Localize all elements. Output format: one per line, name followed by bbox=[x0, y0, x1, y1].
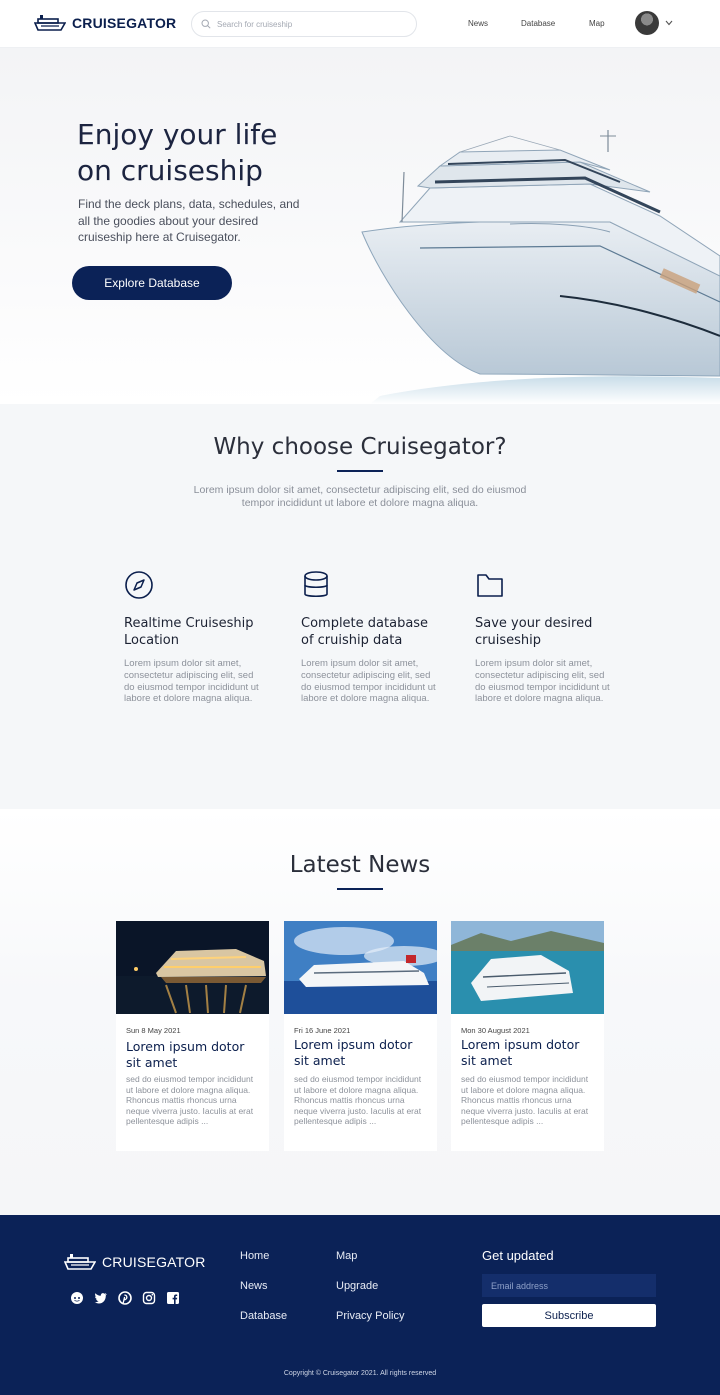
news-headline[interactable]: Lorem ipsum dotor sit amet bbox=[294, 1037, 429, 1069]
compass-icon bbox=[125, 571, 153, 599]
user-avatar[interactable] bbox=[635, 11, 659, 35]
pinterest-icon[interactable] bbox=[118, 1291, 132, 1305]
news-headline[interactable]: Lorem ipsum dotor sit amet bbox=[461, 1037, 596, 1069]
why-section: Why choose Cruisegator? Lorem ipsum dolo… bbox=[0, 404, 720, 809]
title-underline bbox=[337, 888, 383, 890]
database-icon bbox=[304, 571, 328, 598]
search-input[interactable] bbox=[217, 19, 407, 29]
footer-brand-name: CRUISEGATOR bbox=[102, 1254, 206, 1270]
hero-description: Find the deck plans, data, schedules, an… bbox=[78, 197, 300, 244]
news-card[interactable]: Sun 8 May 2021 Lorem ipsum dotor sit ame… bbox=[116, 921, 269, 1151]
ship-logo-icon bbox=[34, 15, 66, 31]
footer-link-home[interactable]: Home bbox=[240, 1250, 269, 1262]
footer-link-map[interactable]: Map bbox=[336, 1250, 357, 1262]
feature-text: Lorem ipsum dolor sit amet, consectetur … bbox=[475, 658, 610, 705]
search-icon bbox=[201, 19, 211, 29]
reddit-icon[interactable] bbox=[70, 1291, 84, 1305]
feature-save-cruiseship: Save your desired cruiseship Lorem ipsum… bbox=[475, 570, 615, 705]
news-date: Mon 30 August 2021 bbox=[461, 1026, 530, 1035]
feature-complete-database: Complete database of cruiship data Lorem… bbox=[301, 570, 441, 705]
footer-link-upgrade[interactable]: Upgrade bbox=[336, 1280, 378, 1292]
news-image-ship-near-coast bbox=[451, 921, 604, 1014]
feature-text: Lorem ipsum dolor sit amet, consectetur … bbox=[301, 658, 436, 705]
hero-title-line2: on cruiseship bbox=[77, 154, 263, 187]
footer-link-news[interactable]: News bbox=[240, 1280, 268, 1292]
nav-news[interactable]: News bbox=[468, 19, 488, 28]
feature-text: Lorem ipsum dolor sit amet, consectetur … bbox=[124, 658, 259, 705]
cruise-ship-image bbox=[361, 130, 720, 404]
news-excerpt: sed do eiusmod tempor incididunt ut labo… bbox=[461, 1074, 589, 1126]
feature-title: Complete database of cruiship data bbox=[301, 616, 429, 648]
why-subtitle: Lorem ipsum dolor sit amet, consectetur … bbox=[193, 484, 527, 509]
news-image-night-ship bbox=[116, 921, 269, 1014]
title-underline bbox=[337, 470, 383, 472]
news-image-ship-at-sea bbox=[284, 921, 444, 1014]
email-field[interactable] bbox=[482, 1274, 656, 1297]
nav-map[interactable]: Map bbox=[589, 19, 605, 28]
news-excerpt: sed do eiusmod tempor incididunt ut labo… bbox=[126, 1074, 254, 1126]
brand-name: CRUISEGATOR bbox=[72, 15, 177, 31]
news-date: Sun 8 May 2021 bbox=[126, 1026, 181, 1035]
hero-section: Enjoy your life on cruiseship Find the de… bbox=[0, 48, 720, 404]
facebook-icon[interactable] bbox=[166, 1291, 180, 1305]
news-card[interactable]: Mon 30 August 2021 Lorem ipsum dotor sit… bbox=[451, 921, 604, 1151]
top-navbar: CRUISEGATOR News Database Map bbox=[0, 0, 720, 48]
feature-title: Realtime Cruiseship Location bbox=[124, 616, 254, 648]
news-excerpt: sed do eiusmod tempor incididunt ut labo… bbox=[294, 1074, 422, 1126]
ship-logo-icon bbox=[64, 1254, 96, 1270]
footer-brand-logo[interactable]: CRUISEGATOR bbox=[64, 1253, 206, 1271]
explore-database-button[interactable]: Explore Database bbox=[72, 266, 232, 300]
footer: CRUISEGATOR Home News Database Map Upgra… bbox=[0, 1215, 720, 1395]
feature-realtime-location: Realtime Cruiseship Location Lorem ipsum… bbox=[124, 570, 264, 705]
subscribe-button[interactable]: Subscribe bbox=[482, 1304, 656, 1327]
footer-link-privacy-policy[interactable]: Privacy Policy bbox=[336, 1310, 404, 1322]
feature-title: Save your desired cruiseship bbox=[475, 616, 593, 648]
why-title: Why choose Cruisegator? bbox=[213, 434, 507, 460]
news-card[interactable]: Fri 16 June 2021 Lorem ipsum dotor sit a… bbox=[284, 921, 444, 1151]
news-date: Fri 16 June 2021 bbox=[294, 1026, 351, 1035]
instagram-icon[interactable] bbox=[142, 1291, 156, 1305]
copyright-text: Copyright © Cruisegator 2021. All rights… bbox=[283, 1370, 437, 1377]
newsletter-title: Get updated bbox=[482, 1248, 554, 1263]
latest-news-section: Latest News Sun 8 May 2021 Lorem ipsum d… bbox=[0, 809, 720, 1215]
news-headline[interactable]: Lorem ipsum dotor sit amet bbox=[126, 1039, 261, 1071]
search-bar[interactable] bbox=[191, 11, 417, 37]
nav-database[interactable]: Database bbox=[521, 19, 555, 28]
news-title: Latest News bbox=[289, 852, 431, 878]
footer-link-database[interactable]: Database bbox=[240, 1310, 287, 1322]
chevron-down-icon[interactable] bbox=[665, 20, 673, 26]
brand-logo[interactable]: CRUISEGATOR bbox=[34, 14, 176, 32]
folder-icon bbox=[477, 574, 503, 597]
hero-title-line1: Enjoy your life bbox=[77, 118, 278, 151]
hero-title: Enjoy your life on cruiseship bbox=[77, 117, 337, 189]
twitter-icon[interactable] bbox=[94, 1291, 108, 1305]
